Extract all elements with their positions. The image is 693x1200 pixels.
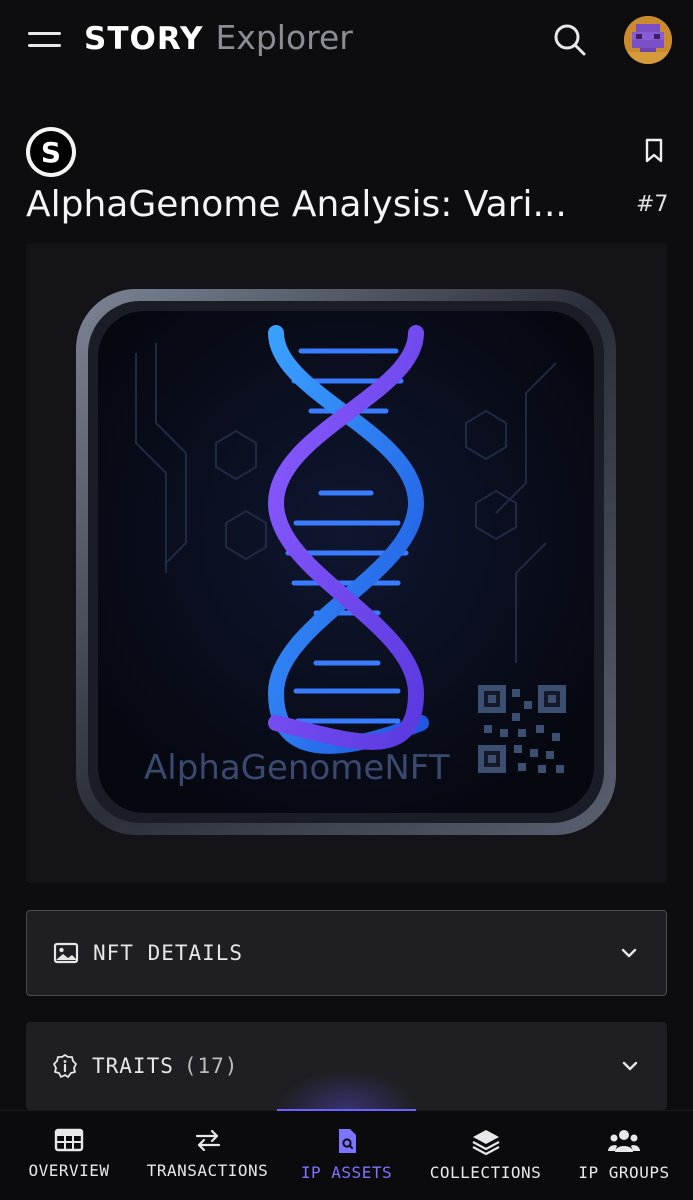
brand-story-text: STORY: [84, 21, 204, 57]
image-icon: [53, 942, 79, 964]
document-search-icon: [338, 1129, 356, 1153]
user-avatar[interactable]: [624, 16, 672, 64]
nav-collections-label: COLLECTIONS: [429, 1163, 542, 1182]
nav-collections[interactable]: COLLECTIONS: [416, 1111, 555, 1200]
traits-count: (17): [183, 1054, 239, 1078]
pixel-avatar-icon: [624, 16, 672, 64]
nav-overview-label: OVERVIEW: [28, 1161, 110, 1180]
menu-icon-line: [28, 32, 61, 35]
nft-image-panel: AlphaGenomeNFT: [26, 243, 667, 883]
bottom-navigation: OVERVIEW TRANSACTIONS IP ASSETS COLLECTI…: [0, 1071, 693, 1200]
swap-arrows-icon: [195, 1129, 220, 1152]
chevron-down-icon: [622, 1061, 638, 1071]
layers-icon: [471, 1130, 500, 1155]
nav-ip-assets-label: IP ASSETS: [300, 1163, 393, 1182]
nav-transactions[interactable]: TRANSACTIONS: [138, 1111, 277, 1200]
top-header: STORY Explorer: [0, 0, 693, 84]
nft-artwork-image: AlphaGenomeNFT: [26, 243, 667, 883]
chevron-down-icon: [621, 948, 637, 958]
brand-explorer-text: Explorer: [215, 18, 353, 57]
nav-ip-groups-label: IP GROUPS: [578, 1163, 670, 1182]
nav-ip-assets[interactable]: IP ASSETS: [277, 1111, 416, 1200]
nav-ip-groups[interactable]: IP GROUPS: [555, 1111, 693, 1200]
asset-title: AlphaGenome Analysis: Vari...: [26, 184, 567, 225]
nav-overview[interactable]: OVERVIEW: [0, 1111, 138, 1200]
traits-label: TRAITS: [92, 1054, 174, 1078]
creator-logo[interactable]: S: [26, 127, 76, 177]
bookmark-button[interactable]: [642, 138, 666, 164]
search-icon: [554, 24, 586, 56]
bookmark-icon: [645, 138, 663, 163]
nft-details-accordion[interactable]: NFT DETAILS: [26, 910, 667, 996]
users-group-icon: [608, 1130, 640, 1152]
artwork-caption: AlphaGenomeNFT: [144, 748, 450, 788]
nft-details-label: NFT DETAILS: [93, 941, 244, 965]
menu-icon-line: [28, 44, 61, 47]
search-button[interactable]: [552, 22, 588, 58]
traits-accordion[interactable]: TRAITS (17): [26, 1022, 667, 1110]
info-badge-icon: [53, 1054, 77, 1078]
token-id: #7: [636, 192, 669, 217]
menu-button[interactable]: [28, 28, 62, 52]
nav-transactions-label: TRANSACTIONS: [146, 1161, 269, 1180]
table-icon: [54, 1128, 84, 1152]
creator-logo-letter: S: [30, 131, 72, 173]
traits-label-row: TRAITS (17): [92, 1054, 238, 1078]
brand-logo[interactable]: STORY Explorer: [84, 18, 353, 57]
